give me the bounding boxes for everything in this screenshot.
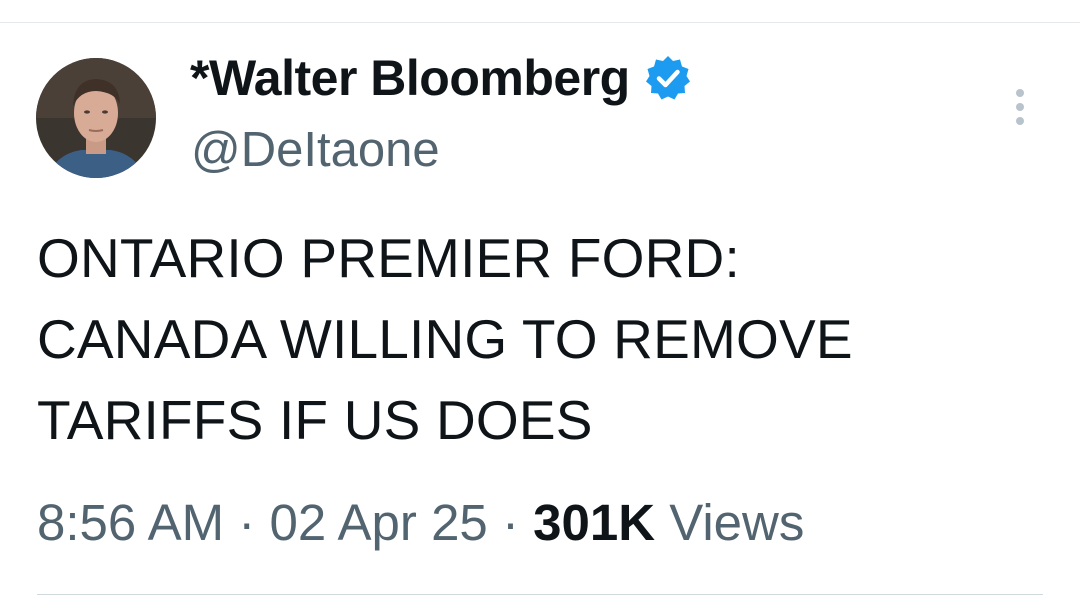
views-count[interactable]: 301K bbox=[533, 494, 655, 551]
author-handle[interactable]: @DeItaone bbox=[191, 121, 440, 179]
tweet-text-line: ONTARIO PREMIER FORD: bbox=[37, 227, 740, 289]
tweet-meta: 8:56 AM · 02 Apr 25 · 301K Views bbox=[37, 490, 804, 556]
tweet-time[interactable]: 8:56 AM bbox=[37, 494, 224, 551]
verified-badge-icon bbox=[645, 56, 690, 100]
tweet-text: ONTARIO PREMIER FORD: CANADA WILLING TO … bbox=[37, 218, 1037, 461]
meta-separator: · bbox=[238, 494, 256, 551]
author-display-name-row[interactable]: *Walter Bloomberg bbox=[190, 48, 692, 108]
bottom-divider bbox=[37, 594, 1043, 595]
avatar-image bbox=[36, 58, 156, 178]
tweet-text-line: TARIFFS IF US DOES bbox=[37, 389, 593, 451]
views-label: Views bbox=[669, 494, 805, 551]
meta-separator: · bbox=[501, 494, 519, 551]
top-divider bbox=[0, 22, 1080, 23]
author-display-name[interactable]: *Walter Bloomberg bbox=[190, 48, 630, 108]
tweet-date[interactable]: 02 Apr 25 bbox=[269, 494, 487, 551]
more-options-icon[interactable] bbox=[1005, 86, 1035, 132]
avatar[interactable] bbox=[36, 58, 156, 178]
tweet-text-line: CANADA WILLING TO REMOVE bbox=[37, 308, 853, 370]
